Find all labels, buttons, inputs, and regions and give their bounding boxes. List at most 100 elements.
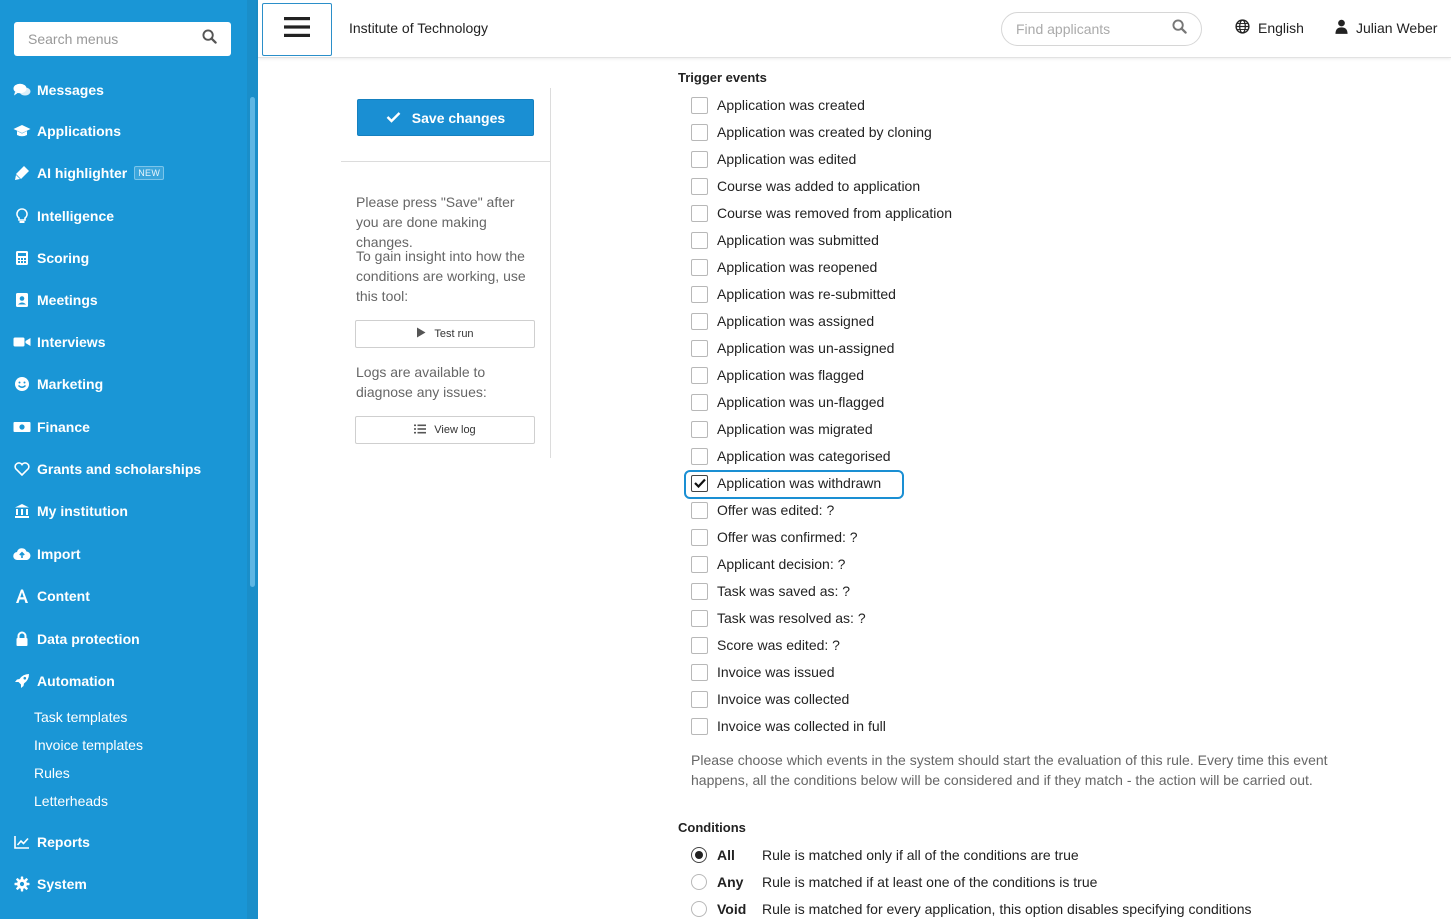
- checkbox[interactable]: [691, 420, 708, 438]
- checkbox[interactable]: [691, 285, 708, 303]
- trigger-event-option[interactable]: Application was created by cloning: [691, 123, 932, 141]
- radio[interactable]: [691, 874, 707, 890]
- trigger-event-option[interactable]: Offer was confirmed: ?: [691, 528, 858, 546]
- hamburger-icon: [284, 16, 310, 43]
- sidebar-item-automation[interactable]: Automation: [12, 669, 115, 693]
- trigger-event-option[interactable]: Invoice was collected: [691, 690, 849, 708]
- sidebar-item-data-protection[interactable]: Data protection: [12, 627, 140, 651]
- user-name: Julian Weber: [1356, 20, 1438, 36]
- sidebar-search-input[interactable]: [28, 31, 198, 47]
- checkbox[interactable]: [691, 501, 708, 519]
- checkbox[interactable]: [691, 636, 708, 654]
- checkbox[interactable]: [691, 528, 708, 546]
- checkbox[interactable]: [691, 609, 708, 627]
- find-applicants-input[interactable]: [1016, 21, 1166, 37]
- sidebar: Messages Applications AI highlighter NEW…: [0, 0, 258, 919]
- checkbox[interactable]: [691, 366, 708, 384]
- find-applicants-box[interactable]: [1001, 12, 1202, 46]
- sidebar-item-label: Messages: [37, 82, 104, 98]
- checkbox[interactable]: [691, 177, 708, 195]
- checkbox[interactable]: [691, 123, 708, 141]
- sidebar-item-grants-and-scholarships[interactable]: Grants and scholarships: [12, 457, 201, 481]
- checkbox[interactable]: [691, 258, 708, 276]
- sidebar-item-applications[interactable]: Applications: [12, 119, 121, 143]
- trigger-event-option[interactable]: Course was added to application: [691, 177, 920, 195]
- checkbox[interactable]: [691, 96, 708, 114]
- trigger-event-option[interactable]: Application was un-assigned: [691, 339, 894, 357]
- money-bill-icon: [12, 418, 32, 436]
- view-log-button[interactable]: View log: [355, 416, 535, 444]
- search-icon[interactable]: [202, 29, 217, 49]
- trigger-event-option[interactable]: Application was categorised: [691, 447, 891, 465]
- sidebar-item-import[interactable]: Import: [12, 542, 81, 566]
- trigger-event-option[interactable]: Task was resolved as: ?: [691, 609, 866, 627]
- condition-option-any[interactable]: Any Rule is matched if at least one of th…: [691, 873, 1097, 891]
- sidebar-item-finance[interactable]: Finance: [12, 415, 90, 439]
- checkbox[interactable]: [691, 312, 708, 330]
- sidebar-item-content[interactable]: Content: [12, 584, 90, 608]
- menu-toggle-button[interactable]: [262, 3, 332, 56]
- trigger-event-option[interactable]: Application was flagged: [691, 366, 864, 384]
- trigger-event-option[interactable]: Offer was edited: ?: [691, 501, 834, 519]
- checkbox[interactable]: [691, 690, 708, 708]
- trigger-event-label: Application was un-assigned: [717, 340, 895, 356]
- sidebar-scrollbar-thumb[interactable]: [250, 97, 255, 587]
- trigger-event-option[interactable]: Application was assigned: [691, 312, 874, 330]
- panel-divider-vertical: [550, 88, 551, 458]
- sidebar-item-messages[interactable]: Messages: [12, 78, 104, 102]
- sidebar-subitem-rules[interactable]: Rules: [34, 765, 70, 781]
- user-menu[interactable]: Julian Weber: [1335, 19, 1437, 37]
- sidebar-item-scoring[interactable]: Scoring: [12, 246, 89, 270]
- checkbox[interactable]: [691, 150, 708, 168]
- trigger-event-option[interactable]: Task was saved as: ?: [691, 582, 850, 600]
- checkbox[interactable]: [691, 204, 708, 222]
- save-changes-button[interactable]: Save changes: [357, 99, 534, 136]
- gear-icon: [12, 875, 32, 893]
- sidebar-subitem-task-templates[interactable]: Task templates: [34, 709, 127, 725]
- sidebar-item-intelligence[interactable]: Intelligence: [12, 204, 114, 228]
- trigger-event-option[interactable]: Course was removed from application: [691, 204, 952, 222]
- trigger-event-option[interactable]: Application was re-submitted: [691, 285, 896, 303]
- trigger-event-option[interactable]: Score was edited: ?: [691, 636, 840, 654]
- trigger-event-option[interactable]: Application was un-flagged: [691, 393, 884, 411]
- radio-selected[interactable]: [691, 847, 707, 863]
- trigger-event-option[interactable]: Application was reopened: [691, 258, 877, 276]
- checkbox[interactable]: [691, 717, 708, 735]
- condition-description: Rule is matched for every application, t…: [762, 901, 1252, 917]
- language-selector[interactable]: English: [1235, 19, 1304, 37]
- sidebar-item-interviews[interactable]: Interviews: [12, 330, 105, 354]
- sidebar-item-reports[interactable]: Reports: [12, 830, 90, 854]
- sidebar-search-box[interactable]: [14, 22, 231, 56]
- trigger-event-option[interactable]: Application was created: [691, 96, 865, 114]
- trigger-event-label: Application was created: [717, 97, 865, 113]
- highlighter-icon: [12, 164, 32, 182]
- checkbox[interactable]: [691, 555, 708, 573]
- trigger-event-option[interactable]: Application was migrated: [691, 420, 873, 438]
- search-icon[interactable]: [1172, 19, 1187, 39]
- trigger-event-label: Invoice was collected in full: [717, 718, 886, 734]
- condition-option-void[interactable]: Void Rule is matched for every applicatio…: [691, 900, 1252, 918]
- sidebar-item-ai-highlighter[interactable]: AI highlighter NEW: [12, 161, 165, 185]
- sidebar-item-label: Interviews: [37, 334, 106, 350]
- sidebar-item-meetings[interactable]: Meetings: [12, 288, 98, 312]
- trigger-event-option[interactable]: Invoice was collected in full: [691, 717, 886, 735]
- test-run-button[interactable]: Test run: [355, 320, 535, 348]
- trigger-event-option[interactable]: Application was edited: [691, 150, 856, 168]
- trigger-event-option[interactable]: Invoice was issued: [691, 663, 835, 681]
- sidebar-item-my-institution[interactable]: My institution: [12, 499, 128, 523]
- radio[interactable]: [691, 901, 707, 917]
- checkbox[interactable]: [691, 447, 708, 465]
- trigger-event-option[interactable]: Applicant decision: ?: [691, 555, 845, 573]
- checkbox[interactable]: [691, 393, 708, 411]
- checkbox[interactable]: [691, 339, 708, 357]
- checkbox[interactable]: [691, 231, 708, 249]
- checkbox[interactable]: [691, 663, 708, 681]
- sidebar-item-marketing[interactable]: Marketing: [12, 372, 103, 396]
- condition-option-all[interactable]: All Rule is matched only if all of the co…: [691, 846, 1079, 864]
- cloud-upload-icon: [12, 545, 32, 563]
- checkbox[interactable]: [691, 582, 708, 600]
- sidebar-item-system[interactable]: System: [12, 872, 87, 896]
- sidebar-subitem-letterheads[interactable]: Letterheads: [34, 793, 108, 809]
- sidebar-subitem-invoice-templates[interactable]: Invoice templates: [34, 737, 143, 753]
- trigger-event-option[interactable]: Application was submitted: [691, 231, 879, 249]
